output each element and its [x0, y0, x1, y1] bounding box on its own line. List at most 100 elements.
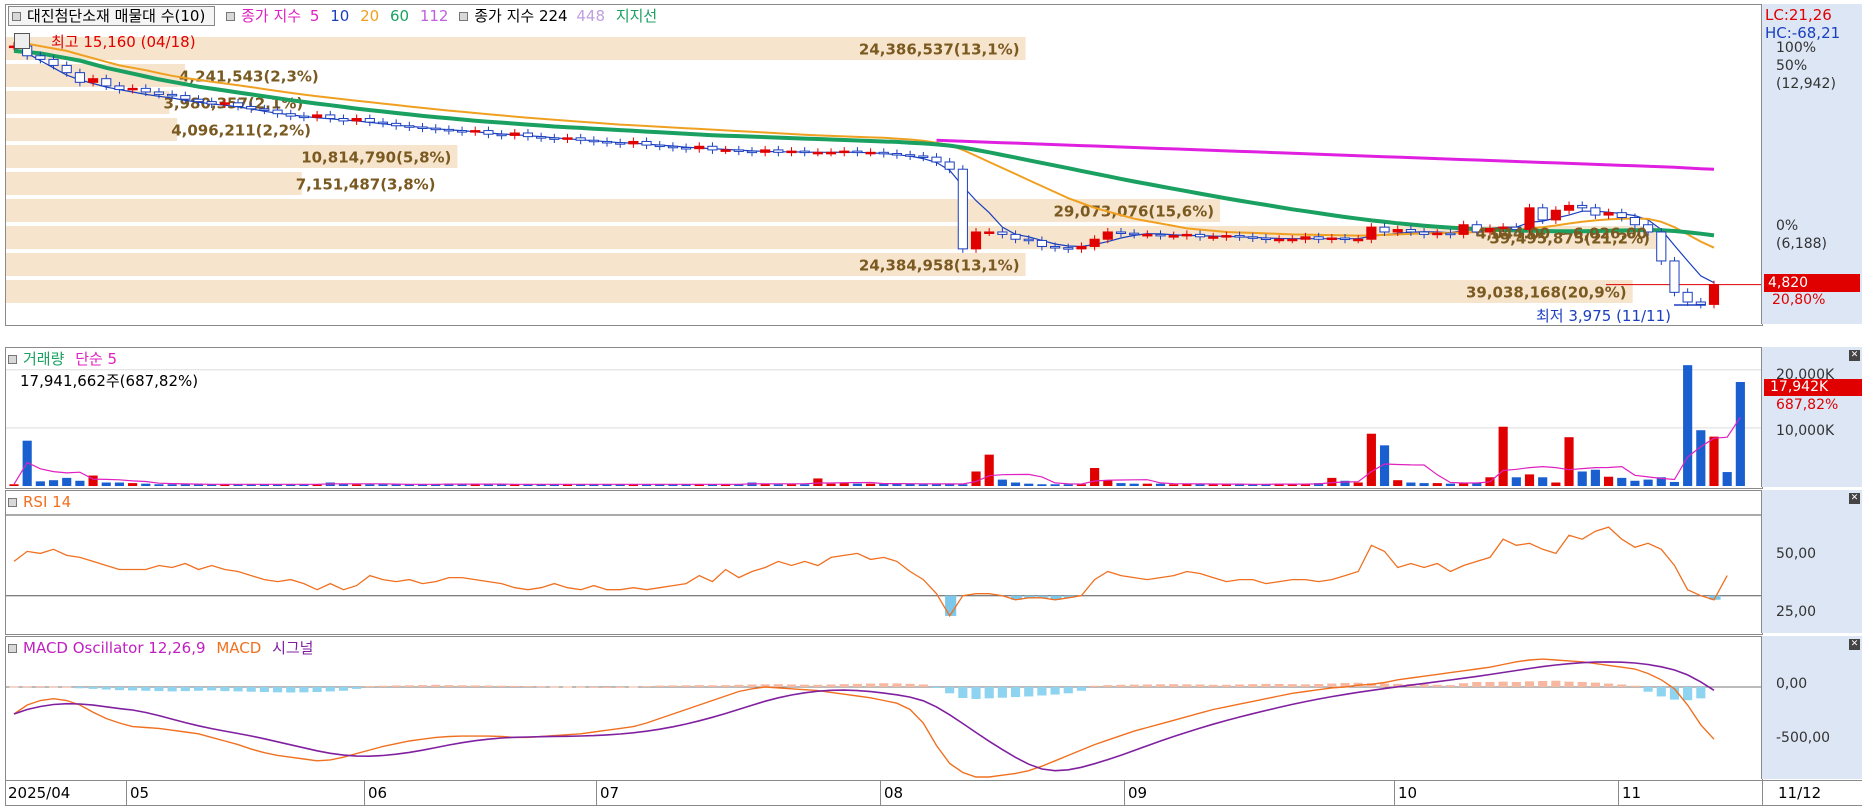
macd-osc-bar [286, 687, 296, 693]
volume-bar [826, 483, 836, 486]
candle [1432, 232, 1443, 236]
low-price-label: 최저 3,975 (11/11) [1536, 307, 1671, 325]
candle [1603, 212, 1614, 216]
candle [246, 105, 257, 110]
macd-osc-bar [668, 685, 678, 687]
close-icon[interactable]: ✕ [1849, 493, 1860, 504]
macd-osc-bar [483, 685, 493, 687]
date-separator [1762, 781, 1763, 805]
macd-osc-bar [1643, 687, 1653, 692]
candle [878, 151, 889, 155]
macd-osc-bar [971, 687, 981, 699]
indicator-toggle-icon[interactable] [459, 12, 469, 21]
date-separator [126, 781, 127, 805]
candle [1115, 231, 1127, 234]
macd-osc-bar [1116, 684, 1126, 687]
candle [536, 136, 547, 139]
signal-title: 시그널 [272, 639, 314, 657]
volume-bar [9, 484, 19, 486]
volume-bar [75, 480, 85, 486]
candle [522, 132, 534, 138]
candle [298, 115, 309, 119]
price-axis: LC:21,26 HC:-68,21 100% 50% (12,942) 0% … [1761, 4, 1862, 324]
volume-bar [1419, 483, 1429, 486]
candle [101, 78, 112, 87]
candle [1392, 229, 1403, 233]
macd-osc-bar [549, 686, 559, 688]
rsi-oversold-fill [945, 595, 957, 616]
candle [1616, 212, 1627, 218]
volume-bar [1524, 474, 1535, 486]
macd-chart [6, 658, 1762, 778]
macd-osc-bar [536, 686, 546, 688]
volume-profile-label: 24,384,958(13,1%) [859, 257, 1020, 275]
candle [35, 55, 46, 60]
price-panel-title[interactable]: 대진첨단소재 매물대 수(10) [8, 6, 216, 26]
panel-toggle-icon[interactable] [8, 355, 17, 364]
macd-osc-bar [444, 685, 454, 687]
ma-label: 종가 지수 [241, 7, 302, 25]
macd-osc-bar [1459, 683, 1469, 687]
volume-profile-bar [6, 118, 178, 141]
macd-osc-bar [1432, 684, 1442, 687]
panel-toggle-icon[interactable] [8, 644, 17, 653]
candle [760, 149, 771, 153]
volume-bar [1116, 483, 1126, 486]
candle [285, 113, 296, 117]
grid-toggle-icon[interactable] [14, 33, 30, 49]
close-icon[interactable]: ✕ [1849, 350, 1860, 361]
candle [1050, 245, 1061, 249]
close-icon[interactable]: ✕ [1849, 639, 1860, 650]
volume-bar [1498, 426, 1508, 486]
macd-osc-bar [602, 687, 612, 688]
candle [1142, 233, 1153, 237]
candle [1260, 237, 1272, 241]
volume-bar [1353, 482, 1363, 486]
macd-osc-bar [694, 685, 704, 687]
date-tick: 06 [368, 784, 388, 802]
lc-value: LC:21,26 [1765, 6, 1832, 24]
axis-100: 100% [1776, 40, 1817, 56]
macd-osc-bar [352, 687, 362, 689]
date-axis: 2025/04 05 06 07 08 09 10 11 11/12 [5, 780, 1862, 806]
macd-osc-bar [1169, 684, 1179, 687]
macd-osc-bar [1314, 684, 1324, 687]
candle [615, 142, 626, 145]
macd-osc-bar [1155, 684, 1166, 687]
candle [1274, 238, 1285, 242]
macd-osc-bar [892, 683, 902, 687]
indicator-toggle-icon[interactable] [226, 12, 236, 21]
volume-profile-bar [6, 280, 1633, 303]
volume-bar [1024, 483, 1034, 486]
macd-osc-bar [167, 687, 177, 692]
volume-bar [365, 484, 375, 486]
date-tick: 07 [600, 784, 620, 802]
volume-bar [352, 484, 362, 486]
volume-bar [1577, 471, 1587, 486]
volume-bar [1103, 480, 1113, 486]
volume-bar [378, 484, 388, 486]
rsi-panel: RSI 14 [5, 490, 1763, 635]
candle [180, 95, 191, 100]
volume-bar [1432, 483, 1442, 486]
macd-osc-bar [615, 686, 625, 688]
candle [1458, 224, 1469, 235]
volume-bar [1063, 484, 1073, 486]
axis-50: 50% [1776, 58, 1808, 74]
macd-osc-bar [1221, 684, 1231, 687]
candle [839, 150, 850, 154]
date-separator [880, 781, 881, 805]
macd-osc-bar [141, 687, 151, 691]
axis-50-sub: (12,942) [1776, 76, 1836, 92]
candle [1208, 236, 1219, 239]
axis-macd-500: -500,00 [1776, 730, 1831, 746]
macd-osc-bar [628, 686, 638, 688]
panel-toggle-icon[interactable] [8, 498, 17, 507]
candle [456, 130, 468, 133]
macd-osc-bar [931, 687, 942, 688]
candle [1550, 209, 1561, 221]
candle [1682, 291, 1693, 303]
current-price-pct: 20,80% [1772, 292, 1826, 308]
candle [509, 132, 520, 136]
volume-profile-label: 4,241,543(2,3%) [179, 68, 319, 86]
